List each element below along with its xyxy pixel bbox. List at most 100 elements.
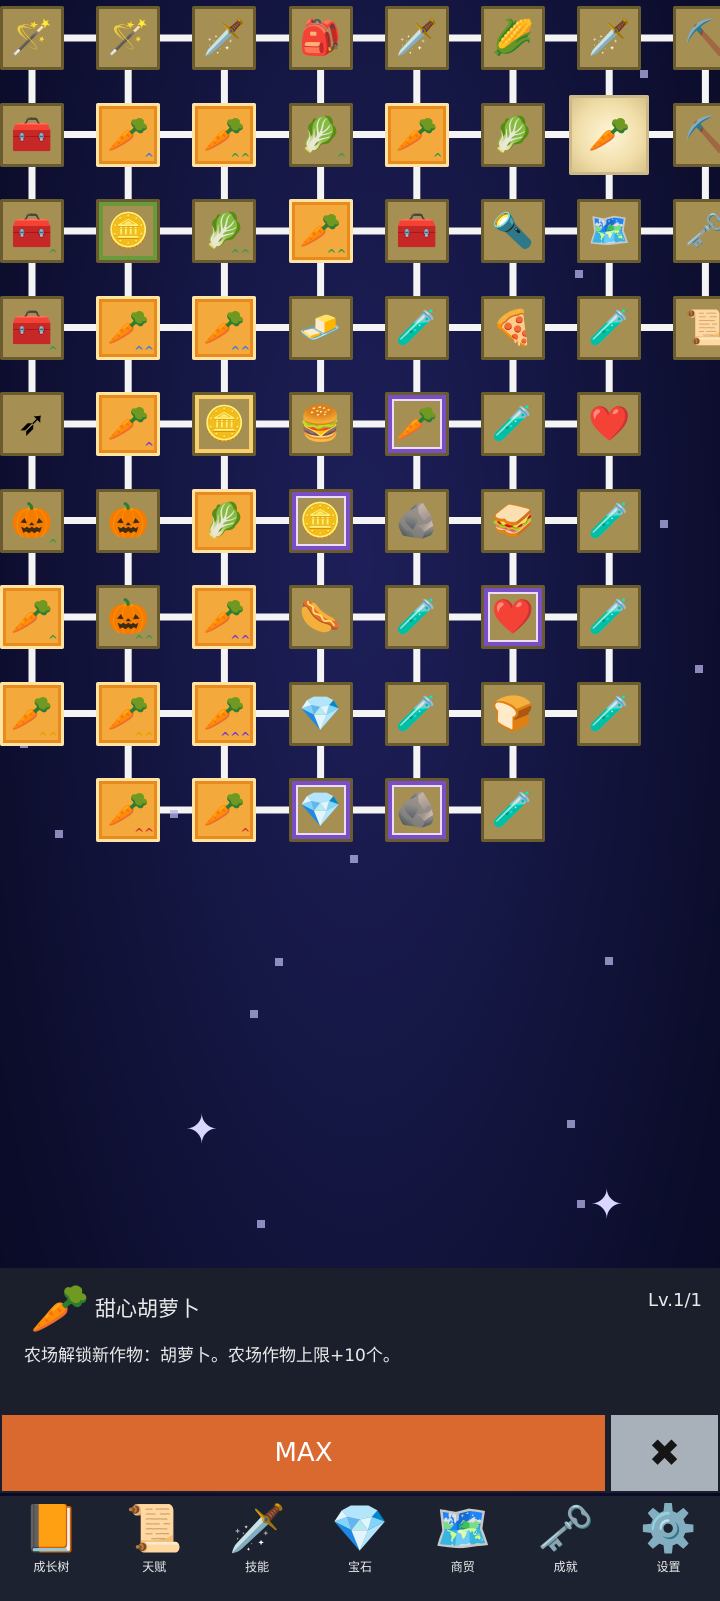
star-dot: [567, 1120, 575, 1128]
skill-node[interactable]: 🥕 ^^: [96, 681, 161, 746]
skill-node[interactable]: 🥕 ^: [192, 778, 257, 842]
nav-item[interactable]: 🗡️ 技能: [212, 1496, 302, 1575]
skill-level: Lv.1/1: [648, 1290, 702, 1311]
skill-node[interactable]: 🪄: [0, 6, 64, 70]
skill-node[interactable]: 💎: [288, 778, 353, 842]
nav-item[interactable]: 🗺️ 商贸: [418, 1496, 508, 1575]
skill-node[interactable]: 🗡️: [577, 6, 642, 70]
carrot-icon: 🥕: [30, 1281, 90, 1337]
skill-node[interactable]: 🧪: [384, 295, 449, 360]
skill-node[interactable]: 🧪: [384, 681, 449, 746]
max-button[interactable]: MAX: [2, 1415, 605, 1491]
treasure-chest-icon: 🧰: [395, 211, 438, 251]
skill-node[interactable]: 🗡️: [384, 6, 449, 70]
skill-node[interactable]: 🧪: [577, 681, 642, 746]
skill-node[interactable]: 🎃: [96, 488, 161, 553]
fossil-stone-icon: 🪨: [395, 500, 438, 541]
skill-node[interactable]: 🪙: [96, 199, 161, 263]
heart-icon: ❤️: [491, 597, 535, 637]
nav-item[interactable]: 📜 天赋: [109, 1496, 199, 1575]
skill-node[interactable]: 🗝️: [673, 199, 720, 263]
upgrade-chevron-icon: ^: [432, 150, 443, 165]
skill-node[interactable]: 🌽: [481, 6, 545, 70]
skill-node[interactable]: 🥕 ^^: [192, 585, 257, 649]
skill-node[interactable]: 🥕 ^^: [288, 199, 353, 263]
skill-node[interactable]: 🍔: [288, 392, 353, 456]
skill-node[interactable]: 🥕: [569, 94, 650, 175]
skill-node[interactable]: 📜: [673, 295, 720, 360]
skill-node[interactable]: 🥕 ^: [0, 585, 64, 649]
sparkle-icon: ✦: [590, 1182, 624, 1228]
skill-node[interactable]: 🧈: [288, 295, 353, 360]
skill-node[interactable]: 🎒: [288, 6, 353, 70]
skill-node[interactable]: 🍕: [481, 295, 545, 360]
skill-node[interactable]: 🧪: [481, 778, 545, 842]
gold-bar-icon: 🧈: [299, 307, 342, 348]
skill-node[interactable]: 🥕 ^: [96, 392, 161, 456]
skill-node[interactable]: 🥬 ^: [288, 102, 353, 167]
skill-node[interactable]: 🥕: [384, 392, 449, 456]
nav-item[interactable]: 💎 宝石: [315, 1496, 405, 1575]
nav-label: 成长树: [33, 1560, 70, 1574]
skill-node[interactable]: 🥕 ^^: [96, 295, 161, 360]
carrot-icon: 🥕: [299, 211, 342, 251]
skill-node[interactable]: 🥬: [481, 102, 545, 167]
upgrade-chevron-icon: ^: [47, 633, 58, 647]
skill-node[interactable]: 🎃 ^: [0, 488, 64, 553]
map-icon: 🗺️: [588, 211, 631, 251]
skill-node[interactable]: 🗺️: [577, 199, 642, 263]
map-icon: 🗺️: [434, 1501, 492, 1555]
skill-node[interactable]: 🧪: [384, 585, 449, 649]
skill-node[interactable]: 🧰: [0, 102, 64, 167]
close-button[interactable]: ✖: [611, 1415, 718, 1491]
skill-node[interactable]: 🥕 ^^^: [192, 681, 257, 746]
skill-node[interactable]: 🧪: [481, 392, 545, 456]
skill-node[interactable]: ⛏️: [673, 6, 720, 70]
carrot-icon: 🥕: [10, 693, 54, 734]
star-dot: [350, 855, 358, 863]
skill-node[interactable]: 🥬 ^^: [192, 199, 257, 263]
pickaxe-icon: ⛏️: [684, 18, 720, 58]
skill-node[interactable]: 🔦: [481, 199, 545, 263]
skill-node[interactable]: 🥕 ^^: [96, 778, 161, 842]
crystal-icon: 💎: [299, 693, 342, 734]
bread-icon: 🍞: [491, 693, 535, 734]
nav-item[interactable]: 🗝️ 成就: [521, 1496, 611, 1575]
skill-node[interactable]: 🥕 ^: [384, 102, 449, 167]
key-icon: 🗝️: [684, 211, 720, 251]
skill-node[interactable]: 🧪: [577, 488, 642, 553]
skill-node[interactable]: ➶: [0, 392, 64, 456]
skill-node[interactable]: 🗡️: [192, 6, 257, 70]
skill-node[interactable]: 🍞: [481, 681, 545, 746]
skill-node[interactable]: 🧰: [384, 199, 449, 263]
skill-node[interactable]: ⛏️: [673, 102, 720, 167]
skill-node[interactable]: 🥬: [192, 488, 257, 553]
skill-node[interactable]: 🧰 ^: [0, 199, 64, 263]
skill-node[interactable]: 🪨: [384, 488, 449, 553]
green-potion-icon: 🧪: [588, 307, 631, 348]
upgrade-chevron-icon: ^: [144, 150, 155, 165]
skill-node[interactable]: 💎: [288, 681, 353, 746]
gold-coin-icon: 🪙: [107, 211, 150, 251]
skill-node[interactable]: 🥕 ^^: [192, 295, 257, 360]
blue-potion-icon: 🧪: [588, 693, 631, 734]
nav-item[interactable]: ⚙️ 设置: [623, 1496, 713, 1575]
nav-item[interactable]: 📙 成长树: [6, 1496, 96, 1575]
skill-node[interactable]: 🥕 ^^: [0, 681, 64, 746]
skill-node[interactable]: 🌭: [288, 585, 353, 649]
skill-node[interactable]: 🥕 ^^: [192, 102, 257, 167]
skill-node[interactable]: 🧰 ^: [0, 295, 64, 360]
skill-node[interactable]: 🥕 ^: [96, 102, 161, 167]
skill-node[interactable]: 🎃 ^^: [96, 585, 161, 649]
skill-node[interactable]: ❤️: [481, 585, 545, 649]
skill-node[interactable]: 🪄: [96, 6, 161, 70]
skill-node[interactable]: 🧪: [577, 295, 642, 360]
skill-tree: ✦ ✦ 🪄 🪄 🗡️ 🎒 🗡️ 🌽 🗡️ ⛏️ 🧰 🥕 ^ 🥕 ^^ 🥬 ^ 🥕 ^ 🥬 🥕 ⛏️ 🧰 ^ 🪙 🥬 ^^ 🥕 ^^ 🧰 🔦…: [0, 0, 720, 1265]
star-dot: [55, 830, 63, 838]
skill-node[interactable]: 🧪: [577, 585, 642, 649]
skill-node[interactable]: ❤️: [577, 392, 642, 456]
skill-node[interactable]: 🪨: [384, 778, 449, 842]
skill-node[interactable]: 🪙: [288, 488, 353, 553]
skill-node[interactable]: 🪙: [192, 392, 257, 456]
skill-node[interactable]: 🥪: [481, 488, 545, 553]
